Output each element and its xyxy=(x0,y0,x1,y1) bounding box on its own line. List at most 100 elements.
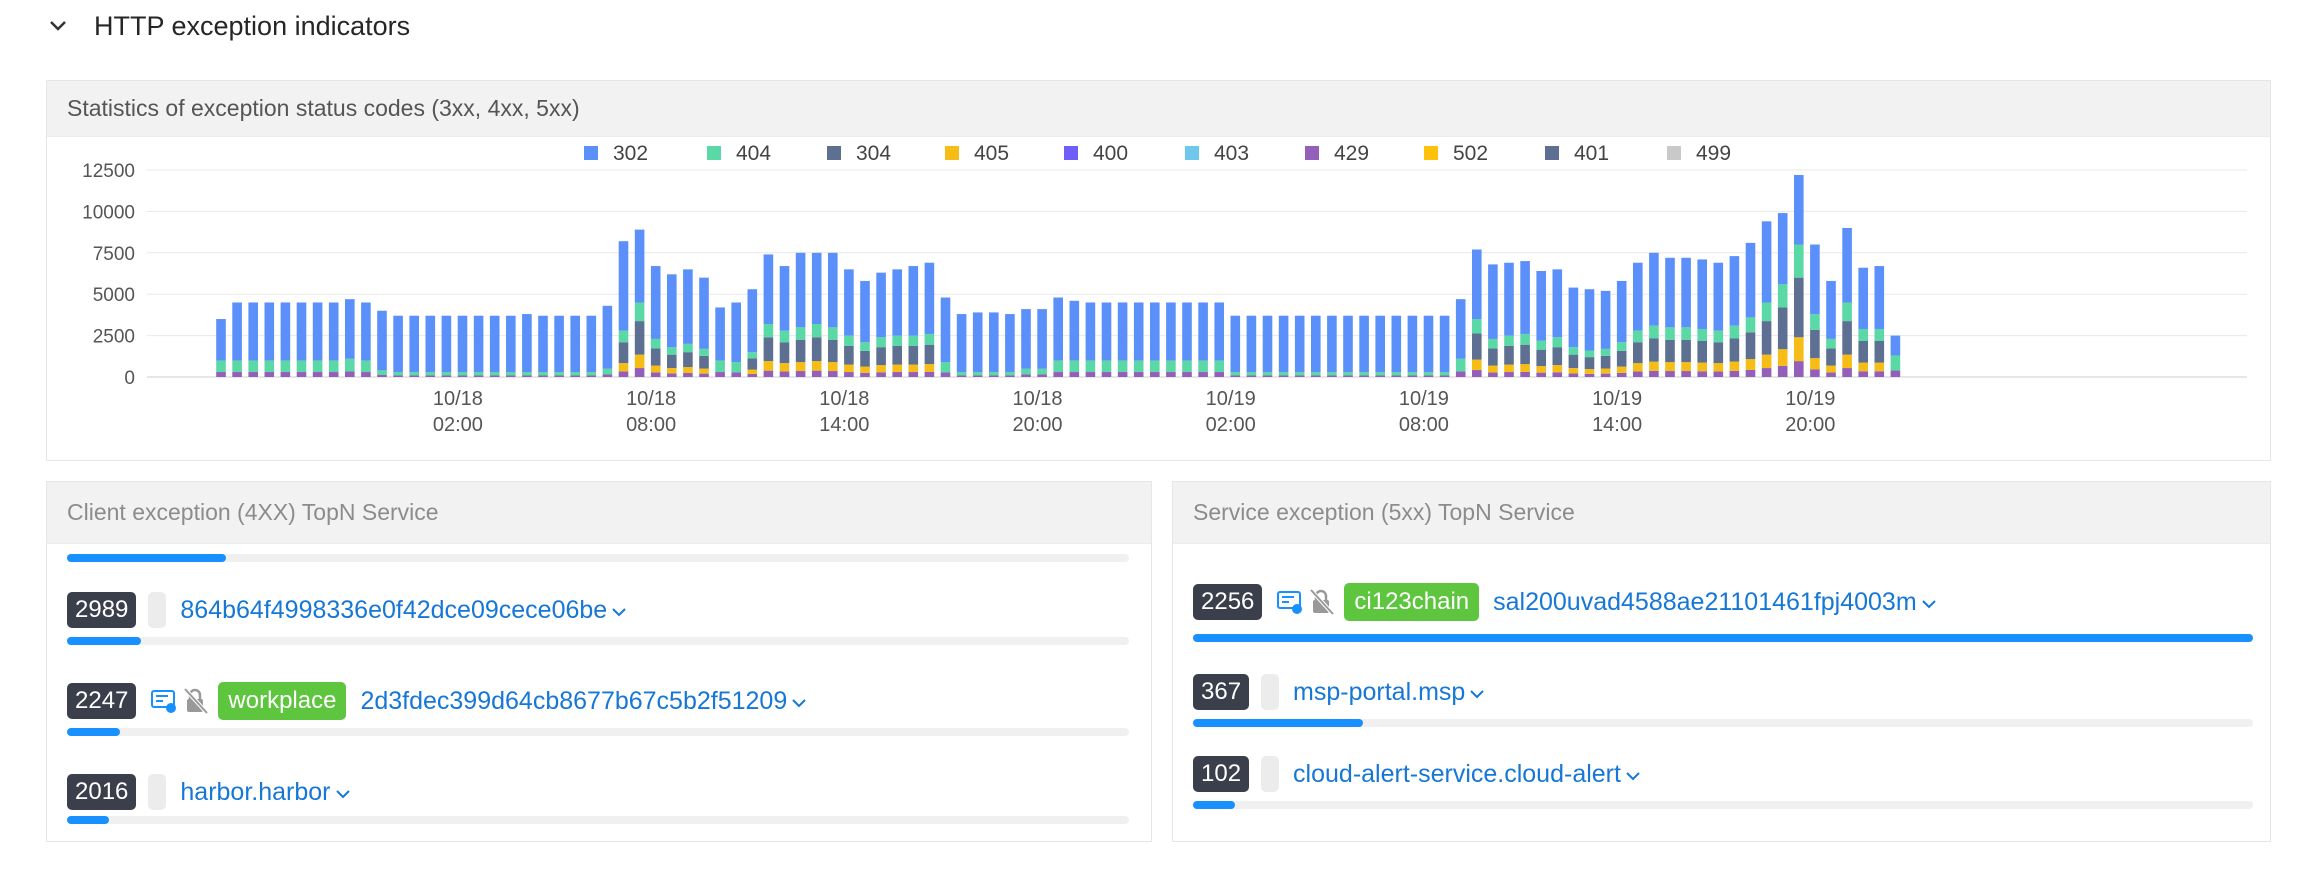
chart-bar xyxy=(940,362,951,373)
service-link[interactable]: 2d3fdec399d64cb8677b67c5b2f51209 xyxy=(360,687,807,716)
chart-bar xyxy=(1584,369,1595,374)
service-link[interactable]: harbor.harbor xyxy=(180,778,350,807)
chart-bar xyxy=(634,302,645,322)
chart-bar xyxy=(1150,302,1160,361)
chart-bar xyxy=(473,375,484,377)
chart-bar xyxy=(989,372,999,376)
chart-bar xyxy=(699,368,709,374)
chart-bar xyxy=(1858,267,1868,329)
chart-bar xyxy=(1794,244,1804,278)
chart-bar xyxy=(216,372,226,377)
chevron-down-icon[interactable] xyxy=(791,687,807,716)
chart-bar xyxy=(1053,360,1063,373)
chart-bar xyxy=(1359,315,1369,373)
chart-bar xyxy=(296,302,307,361)
chart-bar xyxy=(650,348,661,366)
chart-bar xyxy=(1504,335,1514,346)
chevron-down-icon[interactable] xyxy=(1921,588,1937,617)
legend-swatch xyxy=(1667,146,1681,160)
chart-bar xyxy=(1874,266,1885,329)
chart-bar xyxy=(1005,372,1015,376)
chart-bar xyxy=(1037,368,1047,375)
chart-bar xyxy=(1536,271,1546,341)
service-progress-fill xyxy=(1193,719,1363,727)
chart-bar xyxy=(844,335,854,346)
chart-bar xyxy=(1777,349,1788,366)
chart-bar xyxy=(1568,354,1579,369)
chart-bar xyxy=(1214,372,1224,377)
chart-bar xyxy=(1455,299,1466,359)
chart-bar xyxy=(345,299,355,359)
chart-bar xyxy=(828,252,838,328)
client-row: 2016 harbor.harbor xyxy=(67,772,351,812)
chart-bar xyxy=(1697,340,1707,363)
chart-bar xyxy=(683,352,693,368)
chart-bar xyxy=(1343,315,1353,373)
chart-bar xyxy=(1327,375,1337,377)
client-row: 2989 864b64f4998336e0f42dce09cece06be xyxy=(67,590,627,630)
chart-bar xyxy=(1697,371,1707,377)
chart-bar xyxy=(972,312,983,373)
service-link[interactable]: sal200uvad4588ae21101461fpj4003m xyxy=(1493,588,1937,617)
legend-item-499: 499 xyxy=(1696,142,1731,165)
chart-bar xyxy=(1230,372,1241,376)
chart-bar xyxy=(232,372,242,377)
chart-bar xyxy=(844,269,854,336)
chart-bar xyxy=(634,368,645,377)
chevron-down-icon[interactable] xyxy=(44,12,72,40)
chart-bar xyxy=(1568,368,1579,374)
service-link[interactable]: 864b64f4998336e0f42dce09cece06be xyxy=(180,596,627,625)
chart-bar xyxy=(570,375,580,377)
chart-bar xyxy=(1810,369,1820,377)
legend-swatch xyxy=(584,146,598,160)
chart-bar xyxy=(1761,321,1772,355)
service-progress xyxy=(1193,801,2253,809)
chevron-down-icon[interactable] xyxy=(1469,678,1485,707)
chart-bar xyxy=(1665,257,1675,328)
service-icons xyxy=(148,685,212,717)
chart-bar xyxy=(1633,330,1643,343)
chart-bar xyxy=(1085,302,1096,361)
legend-swatch xyxy=(1185,146,1199,160)
chart-bar xyxy=(1101,360,1112,373)
chart-bar xyxy=(1826,372,1836,377)
chart-bar xyxy=(860,366,870,373)
x-tick-date: 10/18 xyxy=(433,388,483,410)
chart-bar xyxy=(1616,372,1627,377)
service-link[interactable]: msp-portal.msp xyxy=(1293,678,1485,707)
chart-bar xyxy=(876,347,886,366)
x-tick-date: 10/19 xyxy=(1399,388,1449,410)
legend-swatch xyxy=(1545,146,1559,160)
chart-bar xyxy=(1681,339,1691,363)
chart-bar xyxy=(1842,302,1852,322)
service-tag: workplace xyxy=(218,682,347,720)
chart-bar xyxy=(522,372,532,376)
chevron-down-icon[interactable] xyxy=(1625,760,1641,789)
y-tick-label: 0 xyxy=(124,368,135,389)
y-tick-label: 5000 xyxy=(93,285,135,306)
chart-bar xyxy=(699,277,709,349)
chart-bar xyxy=(1584,357,1595,370)
chart-bar xyxy=(892,269,902,336)
chart-bar xyxy=(956,372,967,376)
chart-bar xyxy=(1423,315,1434,373)
service-tag: ci123chain xyxy=(1344,583,1480,621)
chevron-down-icon[interactable] xyxy=(335,778,351,807)
chart-bar xyxy=(1133,372,1144,377)
service-link[interactable]: cloud-alert-service.cloud-alert xyxy=(1293,760,1641,789)
chart-bar xyxy=(328,372,339,377)
chart-bar xyxy=(1649,361,1659,371)
chart-bar xyxy=(1311,375,1321,377)
chevron-down-icon[interactable] xyxy=(611,596,627,625)
chart-bar xyxy=(1713,330,1724,343)
chart-bar xyxy=(1745,242,1756,318)
chart-bar xyxy=(1568,373,1579,377)
chart-bar xyxy=(940,297,951,363)
chart-bar xyxy=(667,274,677,348)
chart-bar xyxy=(441,315,452,373)
chart-bar xyxy=(1633,262,1643,331)
section-header[interactable]: HTTP exception indicators xyxy=(44,6,410,46)
chart-bar xyxy=(699,373,709,377)
chart-bar xyxy=(1053,372,1063,377)
chart-bar xyxy=(1069,372,1080,377)
